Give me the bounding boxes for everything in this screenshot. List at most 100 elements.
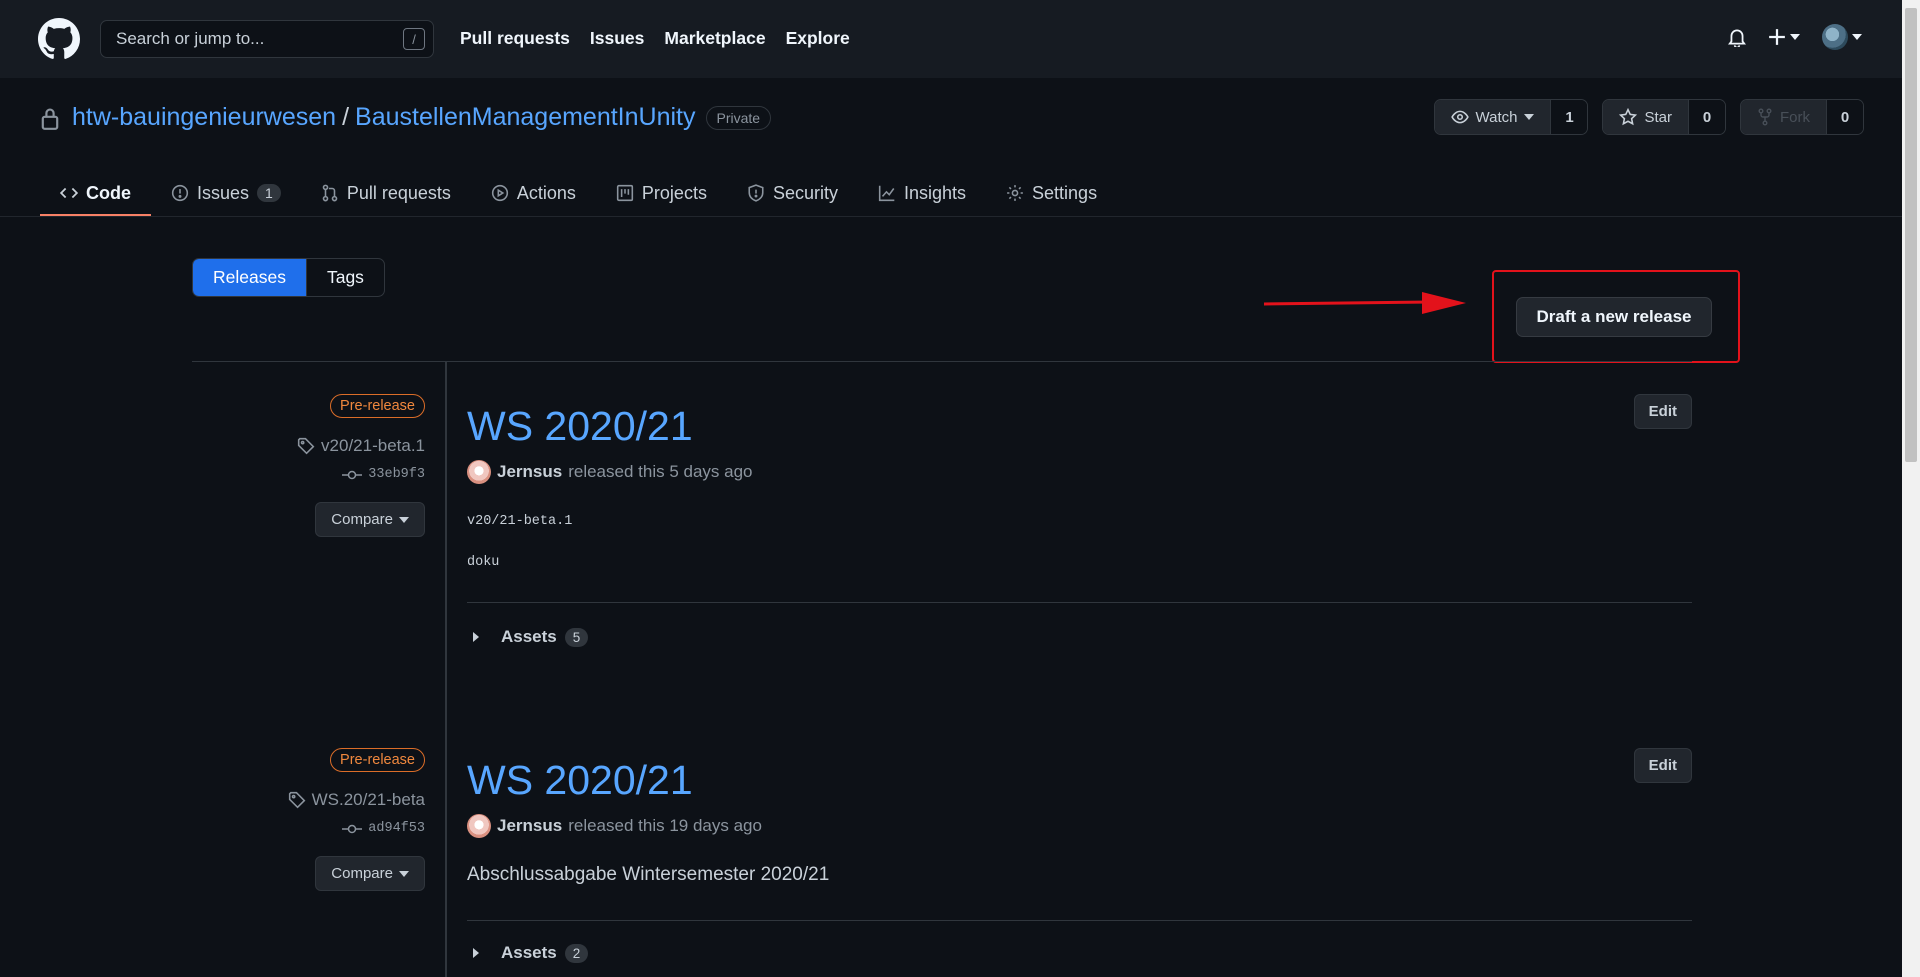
search-placeholder: Search or jump to... <box>116 29 265 48</box>
tab-settings-label: Settings <box>1032 182 1098 203</box>
star-button[interactable]: Star <box>1603 100 1689 134</box>
subnav-tags[interactable]: Tags <box>307 259 384 296</box>
fork-count[interactable]: 0 <box>1827 100 1863 134</box>
tab-issues[interactable]: Issues 1 <box>151 170 301 216</box>
tab-pull-requests[interactable]: Pull requests <box>301 170 471 216</box>
release-meta: Jernsus released this 19 days ago <box>467 814 1692 838</box>
repo-tabs: Code Issues 1 Pull requests Actions Proj… <box>40 170 1117 216</box>
fork-label: Fork <box>1780 108 1810 126</box>
watch-button[interactable]: Watch <box>1434 100 1552 134</box>
release-author[interactable]: Jernsus <box>497 462 562 482</box>
star-count[interactable]: 0 <box>1689 100 1725 134</box>
edit-release-button[interactable]: Edit <box>1633 394 1692 429</box>
scrollbar-thumb[interactable] <box>1905 8 1917 462</box>
shield-icon <box>748 184 764 202</box>
nav-explore[interactable]: Explore <box>786 28 850 49</box>
release-sidebar: Pre-release WS.20/21-beta ad94f53 Compar… <box>288 748 425 891</box>
assets-toggle[interactable]: Assets 2 <box>467 943 1692 963</box>
release-body: WS 2020/21 Edit Jernsus released this 5 … <box>467 394 1692 647</box>
star-label: Star <box>1644 108 1672 126</box>
triangle-right-icon <box>473 948 479 958</box>
create-new-plus-icon[interactable] <box>1768 28 1800 46</box>
release-tag-label: WS.20/21-beta <box>311 790 425 809</box>
repo-name-link[interactable]: BaustellenManagementInUnity <box>355 103 695 132</box>
release-commit[interactable]: 33eb9f3 <box>342 467 425 482</box>
release-author[interactable]: Jernsus <box>497 816 562 836</box>
tab-insights[interactable]: Insights <box>858 170 986 216</box>
repo-owner-link[interactable]: htw-bauingenieurwesen <box>72 103 336 132</box>
page-scrollbar[interactable] <box>1902 0 1920 977</box>
tab-actions[interactable]: Actions <box>471 170 596 216</box>
release-commit-sha: ad94f53 <box>368 821 425 836</box>
releases-subnav: Releases Tags <box>192 258 385 297</box>
repo-separator: / <box>342 103 350 131</box>
release-notes-line: v20/21-beta.1 <box>467 514 573 529</box>
release-notes-text: Abschlussabgabe Wintersemester 2020/21 <box>467 864 830 885</box>
watch-label: Watch <box>1475 108 1518 126</box>
watch-count[interactable]: 1 <box>1551 100 1588 134</box>
eye-icon <box>1450 110 1469 124</box>
tab-projects[interactable]: Projects <box>596 170 727 216</box>
release-tag[interactable]: v20/21-beta.1 <box>297 436 425 456</box>
nav-pull-requests[interactable]: Pull requests <box>460 28 570 49</box>
release-commit[interactable]: ad94f53 <box>342 821 425 836</box>
compare-button[interactable]: Compare <box>315 502 425 537</box>
github-logo-icon[interactable] <box>38 18 80 60</box>
assets-counter: 2 <box>564 943 589 963</box>
fork-button: Fork <box>1741 100 1827 134</box>
subnav-releases[interactable]: Releases <box>193 259 307 296</box>
visibility-badge: Private <box>705 105 772 130</box>
tabs-divider <box>0 216 1902 217</box>
assets-label: Assets <box>501 627 557 646</box>
triangle-right-icon <box>473 632 479 642</box>
release-tag-label: v20/21-beta.1 <box>321 436 425 455</box>
nav-issues[interactable]: Issues <box>590 28 644 49</box>
nav-marketplace[interactable]: Marketplace <box>664 28 765 49</box>
pull-request-icon <box>322 184 338 202</box>
author-avatar[interactable] <box>467 814 491 838</box>
global-header: Search or jump to... / Pull requests Iss… <box>0 0 1902 78</box>
author-avatar[interactable] <box>467 460 491 484</box>
draft-new-release-button[interactable]: Draft a new release <box>1516 297 1712 337</box>
notifications-bell-icon[interactable] <box>1728 27 1746 47</box>
repo-actions: Watch 1 Star 0 Fork 0 <box>1433 99 1864 135</box>
commit-icon <box>342 824 363 833</box>
tab-settings[interactable]: Settings <box>986 170 1117 216</box>
fork-icon <box>1758 108 1772 126</box>
graph-icon <box>878 185 895 202</box>
release-title[interactable]: WS 2020/21 <box>467 756 1692 804</box>
assets-toggle[interactable]: Assets 5 <box>467 627 1692 647</box>
tab-projects-label: Projects <box>641 182 707 203</box>
assets-label: Assets <box>501 943 557 962</box>
release-time: released this 5 days ago <box>568 462 753 481</box>
release-title[interactable]: WS 2020/21 <box>467 402 1692 450</box>
release-tag[interactable]: WS.20/21-beta <box>288 790 425 810</box>
fork-button-group: Fork 0 <box>1740 99 1864 135</box>
tab-code-label: Code <box>86 182 131 203</box>
project-board-icon <box>616 184 634 202</box>
prerelease-badge: Pre-release <box>330 394 425 418</box>
releases-timeline <box>445 361 447 977</box>
release-sidebar: Pre-release v20/21-beta.1 33eb9f3 Compar… <box>297 394 425 537</box>
tag-icon <box>297 437 315 455</box>
watch-button-group: Watch 1 <box>1433 99 1589 135</box>
edit-release-button[interactable]: Edit <box>1633 748 1692 783</box>
chevron-down-icon <box>399 516 409 523</box>
user-menu[interactable] <box>1822 24 1862 50</box>
search-input[interactable]: Search or jump to... / <box>100 20 434 58</box>
avatar <box>1822 24 1848 50</box>
issues-counter: 1 <box>257 184 281 202</box>
release-commit-sha: 33eb9f3 <box>368 467 425 482</box>
compare-label: Compare <box>331 511 393 528</box>
issue-icon <box>171 184 189 202</box>
commit-icon <box>342 470 363 479</box>
release-divider <box>467 920 1692 921</box>
tab-security[interactable]: Security <box>727 170 858 216</box>
releases-divider <box>192 361 1692 362</box>
tab-code[interactable]: Code <box>40 170 151 216</box>
gear-icon <box>1007 185 1023 201</box>
compare-button[interactable]: Compare <box>315 856 425 891</box>
annotation-arrow-icon <box>1263 292 1466 314</box>
release-time: released this 19 days ago <box>568 816 762 835</box>
prerelease-badge: Pre-release <box>330 748 425 772</box>
